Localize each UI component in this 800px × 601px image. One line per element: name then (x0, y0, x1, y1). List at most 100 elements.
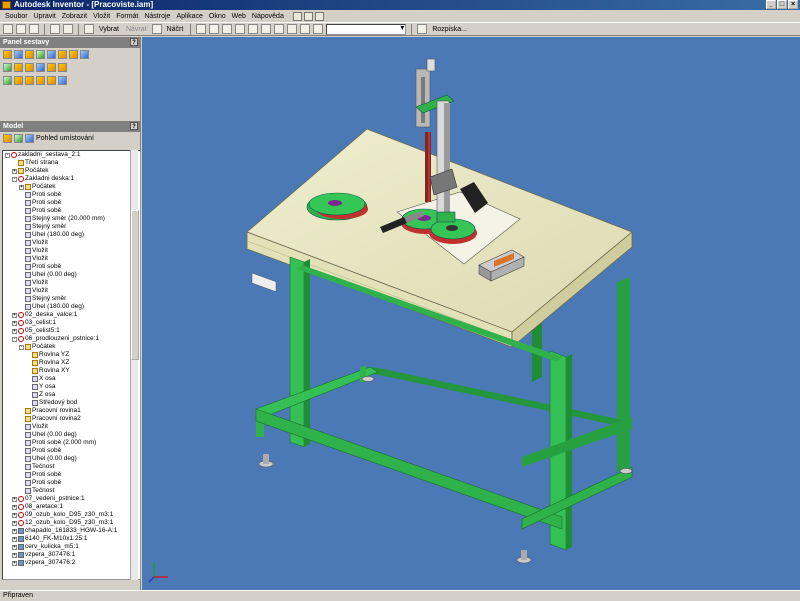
shadow-icon[interactable] (300, 24, 311, 34)
collapse-icon[interactable]: - (12, 336, 17, 342)
pan-cross-icon[interactable] (314, 11, 324, 21)
expand-icon[interactable]: + (12, 504, 17, 510)
expand-icon[interactable]: + (12, 496, 17, 502)
tree-node[interactable]: + vzpera_307476:1 (3, 551, 140, 559)
select-icon[interactable] (84, 24, 94, 34)
maximize-button[interactable]: □ (777, 0, 787, 9)
rotate-icon[interactable] (261, 24, 272, 34)
tree-node[interactable]: Rovina XY (3, 367, 140, 375)
tree-node[interactable]: + Počátek (3, 167, 140, 175)
scroll-thumb[interactable] (131, 210, 139, 360)
expand-icon[interactable]: + (12, 320, 17, 326)
menu-file[interactable]: Soubor (2, 13, 31, 20)
tree-node[interactable]: Úhel (180.00 deg) (3, 303, 140, 311)
expand-icon[interactable]: + (12, 168, 17, 174)
tree-node[interactable]: Proti sobě (3, 207, 140, 215)
expand-icon[interactable]: + (12, 552, 17, 558)
expand-icon[interactable]: + (19, 184, 24, 190)
browser-scrollbar[interactable] (130, 150, 139, 580)
work-point-icon[interactable] (36, 76, 45, 85)
tree-node[interactable]: Vložit (3, 287, 140, 295)
filter-icon[interactable] (3, 134, 12, 143)
expand-icon[interactable]: + (12, 536, 17, 542)
tree-node[interactable]: Proti sobě (3, 447, 140, 455)
tree-node[interactable]: Úhel (0.00 deg) (3, 431, 140, 439)
tree-node[interactable]: Vložit (3, 279, 140, 287)
tree-node[interactable]: - zakladni_sestava_2:1 (3, 151, 140, 159)
place-component-icon[interactable] (3, 50, 12, 59)
tree-node[interactable]: + chapadlo_161833_HGW-16-A:1 (3, 527, 140, 535)
tree-node[interactable]: +05_celist5:1 (3, 327, 140, 335)
ucs-icon[interactable] (47, 76, 56, 85)
grid-icon[interactable] (303, 11, 313, 21)
assembly-view[interactable] (142, 37, 800, 590)
tree-node[interactable]: Úhel (180.00 deg) (3, 231, 140, 239)
menu-tools[interactable]: Nástroje (141, 13, 173, 20)
expand-icon[interactable]: + (12, 328, 17, 334)
tree-node[interactable]: Vložit (3, 423, 140, 431)
collapse-icon[interactable]: - (12, 176, 17, 182)
menu-applications[interactable]: Aplikace (173, 13, 205, 20)
menu-window[interactable]: Okno (206, 13, 229, 20)
tree-node[interactable]: +08_aretace:1 (3, 503, 140, 511)
work-plane-icon[interactable] (14, 76, 23, 85)
create-component-icon[interactable] (14, 50, 23, 59)
tree-node[interactable]: - Zakladni deska:1 (3, 175, 140, 183)
return-label[interactable]: Návrat (124, 26, 149, 33)
camera-icon[interactable] (313, 24, 324, 34)
analysis-icon[interactable] (58, 76, 67, 85)
model-help-icon[interactable]: ? (130, 122, 138, 130)
zoom-all-icon[interactable] (196, 24, 207, 34)
minimize-button[interactable]: _ (766, 0, 776, 9)
look-at-icon[interactable] (274, 24, 285, 34)
open-icon[interactable] (16, 24, 26, 34)
color-combo[interactable] (326, 23, 407, 35)
mirror-icon[interactable] (47, 63, 56, 72)
tree-node[interactable]: Z osa (3, 391, 140, 399)
model-browser[interactable]: - zakladni_sestava_2:1 Třetí strana + Počáte… (2, 150, 141, 580)
tree-node[interactable]: Tečnost (3, 487, 140, 495)
undo-icon[interactable] (50, 24, 60, 34)
expand-icon[interactable]: + (12, 560, 17, 566)
expand-icon[interactable]: + (12, 512, 17, 518)
menu-insert[interactable]: Vložit (90, 13, 113, 20)
collapse-icon[interactable]: - (5, 152, 10, 158)
tree-node[interactable]: Stejný směr (3, 223, 140, 231)
constraint-icon[interactable] (36, 50, 45, 59)
tree-node[interactable]: Proti sobě (2.000 mm) (3, 439, 140, 447)
zoom-window-icon[interactable] (209, 24, 220, 34)
tree-node[interactable]: +03_celist:1 (3, 319, 140, 327)
hole-icon[interactable] (25, 63, 34, 72)
menu-web[interactable]: Web (229, 13, 249, 20)
sketch-tool-icon[interactable] (80, 50, 89, 59)
tree-node[interactable]: Třetí strana (3, 159, 140, 167)
revolve-icon[interactable] (14, 63, 23, 72)
tree-node[interactable]: Proti sobě (3, 191, 140, 199)
extrude-icon[interactable] (3, 63, 12, 72)
pattern-icon[interactable] (25, 50, 34, 59)
view-rep-label[interactable]: Pohled umístování (36, 135, 94, 142)
panel-header[interactable]: Panel sestavy ? (0, 37, 140, 48)
expand-icon[interactable]: + (12, 528, 17, 534)
pan-icon[interactable] (235, 24, 246, 34)
new-icon[interactable] (3, 24, 13, 34)
chamfer-icon[interactable] (36, 63, 45, 72)
expand-icon[interactable]: + (12, 312, 17, 318)
collapse-icon[interactable]: - (19, 344, 24, 350)
replace-icon[interactable] (58, 63, 67, 72)
tree-node[interactable]: - Počátek (3, 343, 140, 351)
work-axis-icon[interactable] (25, 76, 34, 85)
tree-node[interactable]: +07_vedeni_pstnice:1 (3, 495, 140, 503)
tree-node[interactable]: Středový bod (3, 399, 140, 407)
tree-node[interactable]: Proti sobě (3, 479, 140, 487)
tree-node[interactable]: Vložit (3, 255, 140, 263)
tree-node[interactable]: Vložit (3, 239, 140, 247)
expand-icon[interactable]: + (12, 520, 17, 526)
tree-node[interactable]: Rovina XZ (3, 359, 140, 367)
sketch-icon[interactable] (151, 24, 162, 34)
tree-node[interactable]: Proti sobě (3, 263, 140, 271)
panel-help-icon[interactable]: ? (130, 38, 138, 46)
bom-label[interactable]: Rozpiska... (430, 26, 469, 33)
menu-help[interactable]: Nápověda (249, 13, 287, 20)
rotate-component-icon[interactable] (58, 50, 67, 59)
